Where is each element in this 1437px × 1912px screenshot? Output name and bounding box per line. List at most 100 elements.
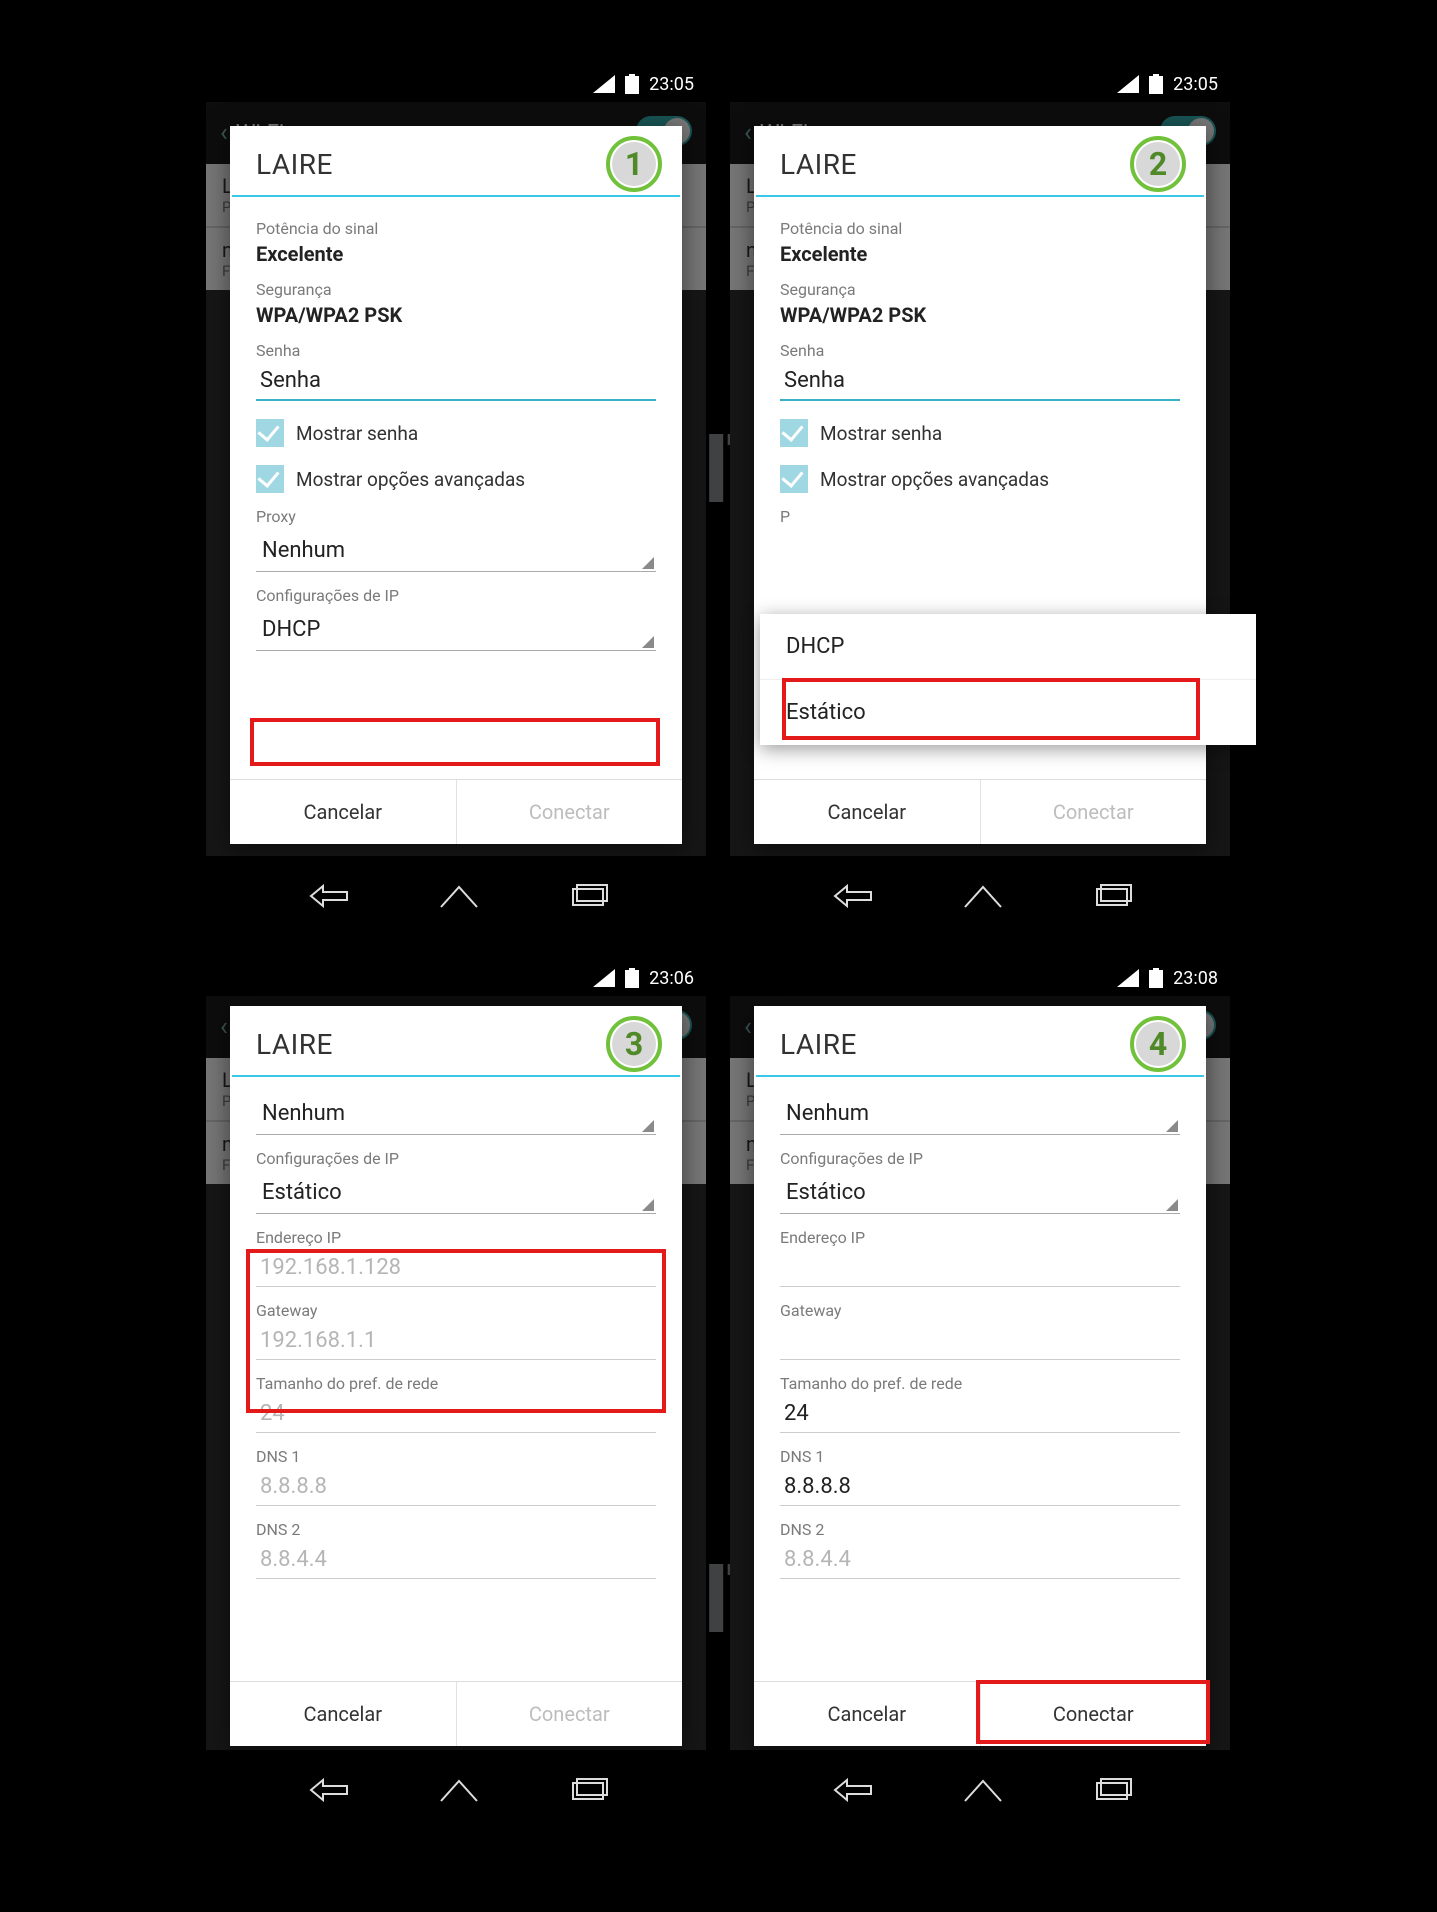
step-badge: 1	[606, 136, 662, 192]
home-nav-icon[interactable]	[963, 883, 1003, 909]
proxy-label: Proxy	[256, 507, 656, 526]
back-nav-icon[interactable]	[303, 883, 349, 909]
dns1-label: DNS 1	[256, 1447, 656, 1466]
back-nav-icon[interactable]	[827, 1777, 873, 1803]
step-badge: 2	[1130, 136, 1186, 192]
clock: 23:05	[649, 74, 694, 95]
clock: 23:05	[1173, 74, 1218, 95]
dns2-label: DNS 2	[780, 1520, 1180, 1539]
ip-address-label: Endereço IP	[256, 1228, 656, 1247]
prefix-length-input[interactable]	[780, 1393, 1180, 1433]
battery-icon	[625, 968, 639, 988]
checkbox-icon	[256, 419, 284, 447]
back-nav-icon[interactable]	[303, 1777, 349, 1803]
home-nav-icon[interactable]	[439, 1777, 479, 1803]
cancel-button[interactable]: Cancelar	[230, 780, 456, 844]
signal-strength-value: Excelente	[256, 242, 656, 266]
prefix-length-label: Tamanho do pref. de rede	[780, 1374, 1180, 1393]
screenshot-step-3: 23:06 ‹ Wi-Fi LAPro naFo LAIRE Nenhum Co…	[206, 960, 706, 1830]
home-nav-icon[interactable]	[963, 1777, 1003, 1803]
password-label: Senha	[780, 341, 1180, 360]
password-input[interactable]	[780, 360, 1180, 401]
gateway-input[interactable]	[780, 1320, 1180, 1360]
popup-option-static[interactable]: Estático	[760, 680, 1256, 745]
proxy-spinner[interactable]: Nenhum	[256, 528, 656, 572]
clock: 23:08	[1173, 968, 1218, 989]
screenshot-step-2: 23:05 ‹ Wi-Fi LAPro naFo LAIRE Potência …	[730, 66, 1230, 936]
recents-nav-icon[interactable]	[569, 883, 609, 909]
security-value: WPA/WPA2 PSK	[256, 303, 656, 327]
checkbox-icon	[780, 419, 808, 447]
signal-icon	[593, 75, 615, 93]
battery-icon	[1149, 74, 1163, 94]
battery-icon	[625, 74, 639, 94]
show-advanced-checkbox[interactable]: Mostrar opções avançadas	[256, 465, 656, 493]
nav-bar	[730, 856, 1230, 936]
prefix-length-input[interactable]	[256, 1393, 656, 1433]
wifi-config-dialog: LAIRE Nenhum Configurações de IP Estátic…	[754, 1006, 1206, 1746]
security-label: Segurança	[780, 280, 1180, 299]
show-advanced-checkbox[interactable]: Mostrar opções avançadas	[780, 465, 1180, 493]
status-bar: 23:08	[730, 960, 1230, 996]
gateway-label: Gateway	[780, 1301, 1180, 1320]
show-password-checkbox[interactable]: Mostrar senha	[780, 419, 1180, 447]
proxy-label: P	[780, 507, 1180, 526]
ip-settings-label: Configurações de IP	[256, 586, 656, 605]
dns1-input[interactable]	[780, 1466, 1180, 1506]
connect-button[interactable]: Conectar	[981, 1682, 1207, 1746]
signal-icon	[1117, 969, 1139, 987]
ip-settings-spinner[interactable]: Estático	[256, 1170, 656, 1214]
show-password-checkbox[interactable]: Mostrar senha	[256, 419, 656, 447]
screenshot-step-1: 23:05 ‹ Wi-Fi LA Pro na Fo LA	[206, 66, 706, 936]
ip-address-input[interactable]	[780, 1247, 1180, 1287]
wifi-config-dialog: LAIRE Potência do sinal Excelente Segura…	[230, 126, 682, 844]
connect-button[interactable]: Conectar	[981, 780, 1207, 844]
dns1-input[interactable]	[256, 1466, 656, 1506]
password-input[interactable]	[256, 360, 656, 401]
cancel-button[interactable]: Cancelar	[230, 1682, 456, 1746]
dns1-label: DNS 1	[780, 1447, 1180, 1466]
ip-settings-label: Configurações de IP	[780, 1149, 1180, 1168]
clock: 23:06	[649, 968, 694, 989]
password-label: Senha	[256, 341, 656, 360]
recents-nav-icon[interactable]	[569, 1777, 609, 1803]
proxy-spinner[interactable]: Nenhum	[780, 1091, 1180, 1135]
signal-strength-label: Potência do sinal	[780, 219, 1180, 238]
recents-nav-icon[interactable]	[1093, 1777, 1133, 1803]
security-label: Segurança	[256, 280, 656, 299]
recents-nav-icon[interactable]	[1093, 883, 1133, 909]
connect-button[interactable]: Conectar	[457, 1682, 683, 1746]
signal-icon	[1117, 75, 1139, 93]
status-bar: 23:05	[730, 66, 1230, 102]
status-bar: 23:05	[206, 66, 706, 102]
proxy-spinner[interactable]: Nenhum	[256, 1091, 656, 1135]
cancel-button[interactable]: Cancelar	[754, 780, 980, 844]
step-badge: 3	[606, 1016, 662, 1072]
dns2-label: DNS 2	[256, 1520, 656, 1539]
dns2-input[interactable]	[256, 1539, 656, 1579]
gateway-input[interactable]	[256, 1320, 656, 1360]
prefix-length-label: Tamanho do pref. de rede	[256, 1374, 656, 1393]
dns2-input[interactable]	[780, 1539, 1180, 1579]
nav-bar	[206, 856, 706, 936]
security-value: WPA/WPA2 PSK	[780, 303, 1180, 327]
status-bar: 23:06	[206, 960, 706, 996]
nav-bar	[730, 1750, 1230, 1830]
checkbox-icon	[780, 465, 808, 493]
signal-strength-label: Potência do sinal	[256, 219, 656, 238]
cancel-button[interactable]: Cancelar	[754, 1682, 980, 1746]
connect-button[interactable]: Conectar	[457, 780, 683, 844]
signal-icon	[593, 969, 615, 987]
ip-settings-spinner[interactable]: Estático	[780, 1170, 1180, 1214]
signal-strength-value: Excelente	[780, 242, 1180, 266]
home-nav-icon[interactable]	[439, 883, 479, 909]
ip-settings-spinner[interactable]: DHCP	[256, 607, 656, 651]
popup-option-dhcp[interactable]: DHCP	[760, 614, 1256, 680]
step-badge: 4	[1130, 1016, 1186, 1072]
battery-icon	[1149, 968, 1163, 988]
gateway-label: Gateway	[256, 1301, 656, 1320]
ip-address-input[interactable]	[256, 1247, 656, 1287]
wifi-config-dialog: LAIRE Nenhum Configurações de IP Estátic…	[230, 1006, 682, 1746]
ip-settings-label: Configurações de IP	[256, 1149, 656, 1168]
back-nav-icon[interactable]	[827, 883, 873, 909]
